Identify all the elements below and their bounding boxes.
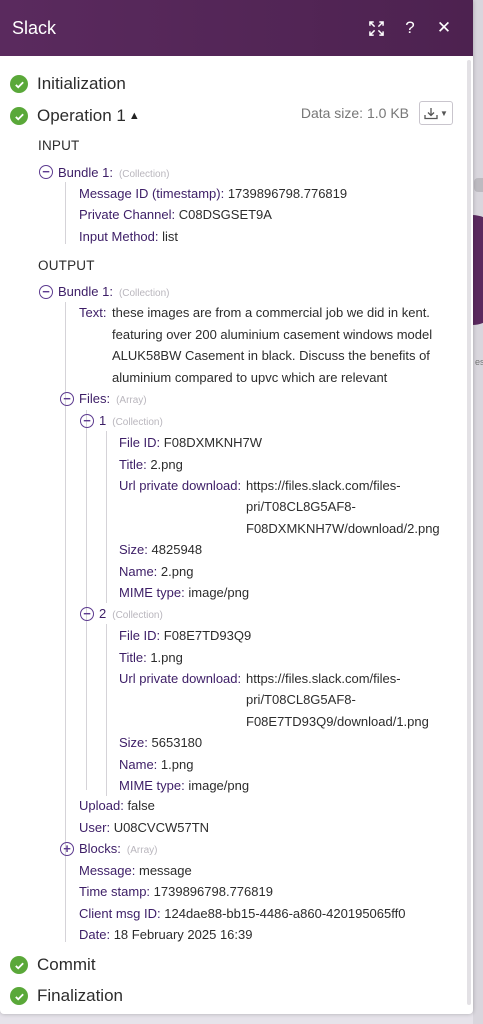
- file-item-label: 2 (Collection): [99, 606, 163, 621]
- scrollbar[interactable]: [467, 60, 471, 1005]
- field-row: Input Method: list: [79, 229, 179, 244]
- tree-line: [86, 410, 87, 790]
- canvas-background: [473, 0, 483, 1024]
- text-value-line: these images are from a commercial job w…: [112, 305, 430, 320]
- field-row: Date: 18 February 2025 16:39: [79, 927, 253, 942]
- success-check-icon: [10, 956, 28, 974]
- field-row: Client msg ID: 124dae88-bb15-4486-a860-4…: [79, 906, 406, 921]
- collapse-toggle[interactable]: −: [60, 392, 74, 406]
- url-line[interactable]: https://files.slack.com/files-: [246, 671, 401, 686]
- text-value-line: featuring over 200 aluminium casement wi…: [112, 327, 433, 342]
- section-label: Finalization: [37, 986, 123, 1005]
- text-key: Text:: [79, 305, 107, 320]
- field-row: MIME type: image/png: [119, 585, 250, 600]
- download-button[interactable]: ▼: [419, 101, 453, 125]
- url-line[interactable]: pri/T08CL8G5AF8-: [246, 499, 356, 514]
- field-row: Url private download:: [119, 671, 242, 686]
- collapse-toggle[interactable]: −: [39, 165, 53, 179]
- collapse-toggle[interactable]: −: [80, 414, 94, 428]
- field-row: File ID: F08DXMKNH7W: [119, 435, 263, 450]
- blocks-label: Blocks: (Array): [79, 841, 158, 856]
- expand-icon: [368, 20, 384, 36]
- section-label: Operation 1: [37, 106, 126, 125]
- url-line[interactable]: F08DXMKNH7W/download/2.png: [246, 521, 440, 536]
- field-row: Time stamp: 1739896798.776819: [79, 884, 273, 899]
- download-icon: [424, 107, 438, 119]
- files-label: Files: (Array): [79, 391, 147, 406]
- output-heading: OUTPUT: [38, 258, 95, 273]
- canvas-handle: [474, 178, 483, 192]
- help-button[interactable]: ?: [393, 11, 427, 45]
- caret-up-icon: ▲: [128, 110, 140, 122]
- collapse-toggle[interactable]: −: [39, 285, 53, 299]
- expand-button[interactable]: [359, 11, 393, 45]
- input-heading: INPUT: [38, 138, 80, 153]
- url-line[interactable]: pri/T08CL8G5AF8-: [246, 692, 356, 707]
- field-row: User: U08CVCW57TN: [79, 820, 210, 835]
- field-row: MIME type: image/png: [119, 778, 250, 793]
- tree-line: [65, 182, 66, 244]
- canvas-module-node[interactable]: [472, 215, 483, 325]
- field-row: Name: 2.png: [119, 564, 194, 579]
- text-value-line: ALUK58BW Casement in black. Discuss the …: [112, 348, 430, 363]
- field-row: Size: 5653180: [119, 735, 203, 750]
- output-bundle-label: Bundle 1: (Collection): [58, 284, 170, 299]
- field-row: Title: 2.png: [119, 457, 183, 472]
- field-row: File ID: F08E7TD93Q9: [119, 628, 252, 643]
- close-button[interactable]: ✕: [427, 11, 461, 45]
- expand-toggle[interactable]: +: [60, 842, 74, 856]
- section-commit[interactable]: Commit: [10, 955, 96, 975]
- url-line[interactable]: https://files.slack.com/files-: [246, 478, 401, 493]
- success-check-icon: [10, 987, 28, 1005]
- field-row: Upload: false: [79, 798, 155, 813]
- field-row: Url private download:: [119, 478, 242, 493]
- field-row: Message: message: [79, 863, 192, 878]
- data-size: Data size: 1.0 KB: [300, 105, 409, 121]
- collapse-toggle[interactable]: −: [80, 607, 94, 621]
- section-finalization[interactable]: Finalization: [10, 986, 123, 1006]
- field-row: Title: 1.png: [119, 650, 183, 665]
- success-check-icon: [10, 107, 28, 125]
- field-row: Private Channel: C08DSGSET9A: [79, 207, 272, 222]
- success-check-icon: [10, 75, 28, 93]
- input-bundle-label: Bundle 1: (Collection): [58, 165, 170, 180]
- panel-title: Slack: [12, 17, 57, 38]
- field-row: Name: 1.png: [119, 757, 194, 772]
- section-label: Commit: [37, 955, 96, 974]
- chevron-down-icon: ▼: [440, 108, 448, 118]
- canvas-partial-label: ess: [475, 357, 483, 367]
- text-value-line: aluminium compared to upvc which are rel…: [112, 370, 388, 385]
- file-item-label: 1 (Collection): [99, 413, 163, 428]
- execution-inspector-panel: Slack ? ✕ Initialization Operation 1 ▲ D…: [0, 0, 473, 1014]
- tree-line: [106, 431, 107, 603]
- section-label: Initialization: [37, 74, 126, 93]
- field-row: Size: 4825948: [119, 542, 203, 557]
- panel-header: Slack ? ✕: [0, 0, 473, 56]
- tree-line: [106, 624, 107, 796]
- field-row: Message ID (timestamp): 1739896798.77681…: [79, 186, 348, 201]
- section-initialization[interactable]: Initialization: [10, 74, 126, 94]
- url-line[interactable]: F08E7TD93Q9/download/1.png: [246, 714, 429, 729]
- section-operation[interactable]: Operation 1 ▲: [10, 106, 140, 126]
